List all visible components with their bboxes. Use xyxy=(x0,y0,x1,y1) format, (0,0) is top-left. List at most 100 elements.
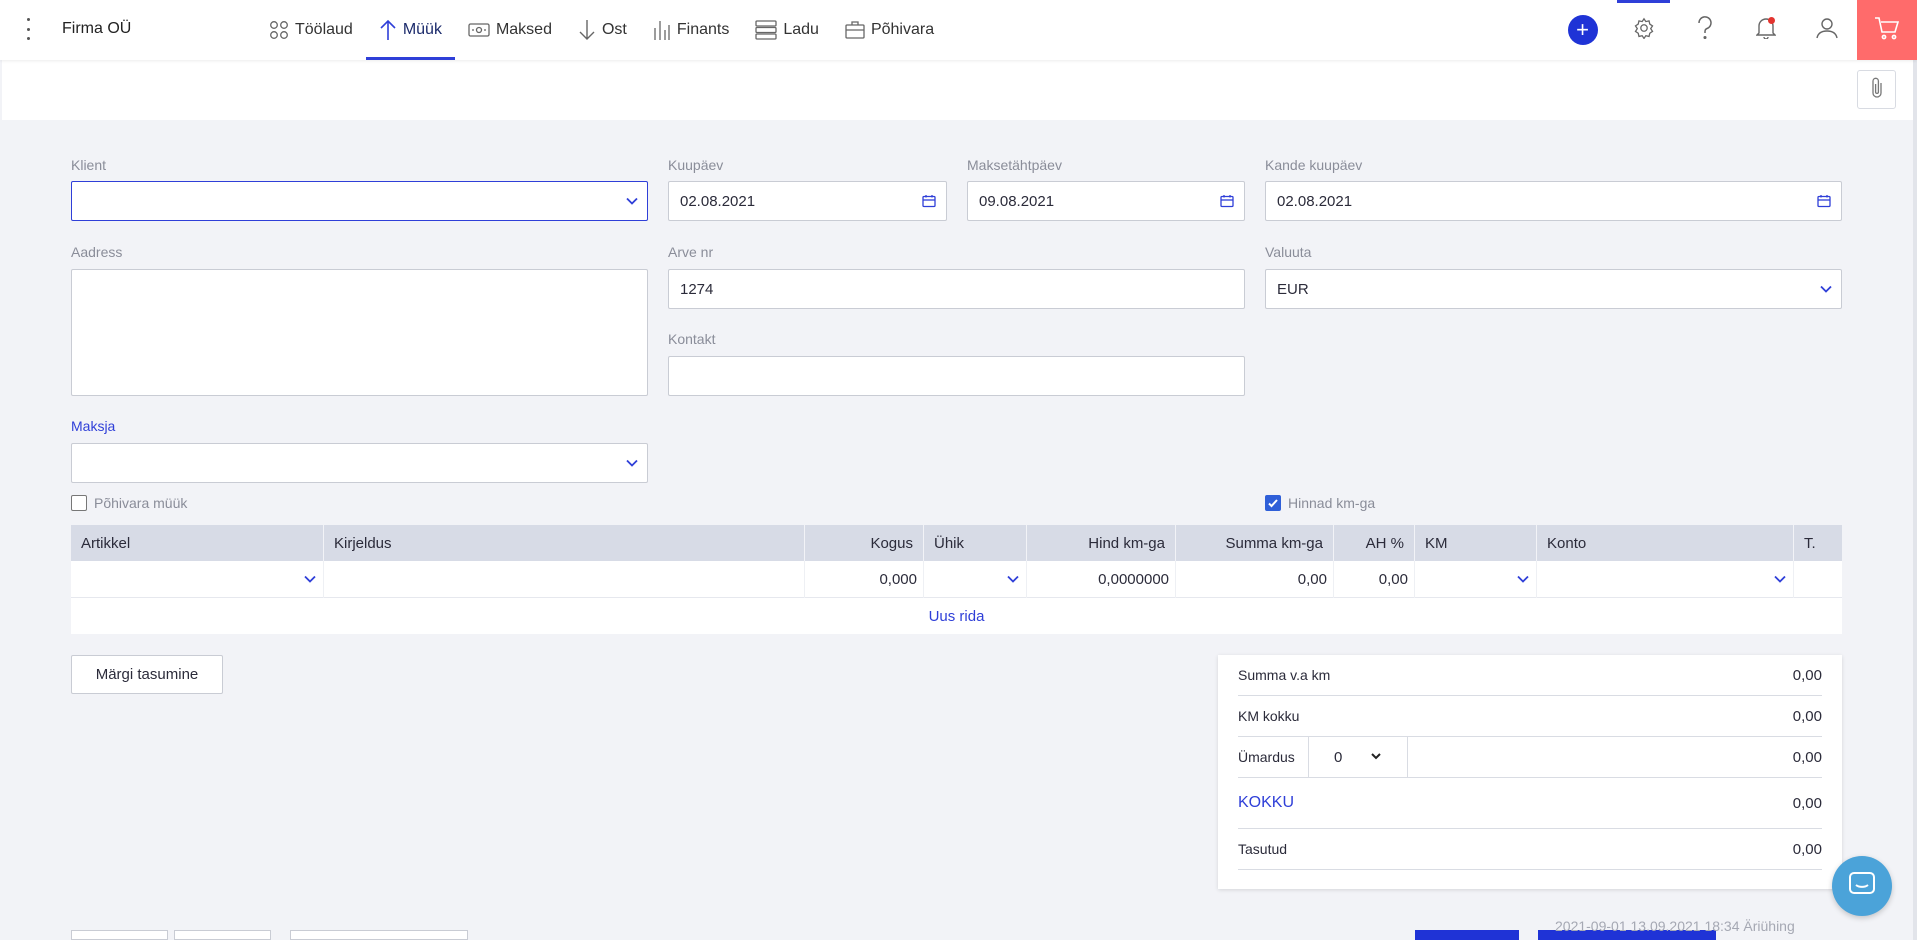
entry-date-input[interactable]: 02.08.2021 xyxy=(1265,181,1842,221)
t-cell[interactable] xyxy=(1794,561,1842,598)
settings-button[interactable] xyxy=(1613,0,1674,60)
nav-item-label: Müük xyxy=(402,21,442,38)
nav-item-maksed[interactable]: Maksed xyxy=(455,0,565,60)
calendar-icon[interactable] xyxy=(1220,194,1234,212)
header-actions: + xyxy=(1552,0,1917,60)
column-header-summa: Summa km-ga xyxy=(1176,525,1334,561)
paperclip-icon xyxy=(1870,77,1884,103)
address-label: Aadress xyxy=(71,244,123,260)
client-label: Klient xyxy=(71,157,107,173)
currency-select[interactable]: EUR xyxy=(1265,269,1842,309)
cart-button[interactable] xyxy=(1857,0,1917,60)
prices-with-vat-checkbox[interactable]: Hinnad km-ga xyxy=(1265,495,1375,511)
bottom-button-2[interactable] xyxy=(174,930,271,940)
due-date-input[interactable]: 09.08.2021 xyxy=(967,181,1245,221)
gear-icon xyxy=(1633,17,1655,43)
due-date-label: Maksetähtpäev xyxy=(967,157,1062,173)
question-icon xyxy=(1696,16,1714,44)
mark-payment-button[interactable]: Märgi tasumine xyxy=(71,655,223,694)
main-nav: Töölaud Müük Maksed Ost Finants Ladu Põh… xyxy=(256,0,947,60)
dashboard-icon xyxy=(269,20,289,40)
date-label: Kuupäev xyxy=(668,157,724,173)
column-header-konto: Konto xyxy=(1537,525,1794,561)
bottom-button-3[interactable] xyxy=(290,930,468,940)
column-header-kirjeldus: Kirjeldus xyxy=(324,525,805,561)
column-header-km: KM xyxy=(1415,525,1537,561)
bar-chart-icon xyxy=(653,19,671,41)
column-header-artikkel: Artikkel xyxy=(71,525,324,561)
nav-item-finants[interactable]: Finants xyxy=(640,0,742,60)
column-header-ah: AH % xyxy=(1334,525,1415,561)
nav-item-label: Finants xyxy=(676,21,730,38)
help-button[interactable] xyxy=(1674,0,1735,60)
nav-item-label: Töölaud xyxy=(295,21,353,38)
user-profile-button[interactable] xyxy=(1796,0,1857,60)
nav-item-toolaud[interactable]: Töölaud xyxy=(256,0,366,60)
chevron-down-icon xyxy=(303,572,317,590)
save-button[interactable] xyxy=(1415,930,1519,940)
chevron-down-icon xyxy=(1819,282,1833,300)
chevron-down-icon xyxy=(1006,572,1020,590)
add-row-link[interactable]: Uus rida xyxy=(71,598,1842,634)
nav-item-ladu[interactable]: Ladu xyxy=(742,0,832,60)
add-new-button[interactable]: + xyxy=(1552,0,1613,60)
totals-panel: Summa v.a km 0,00 KM kokku 0,00 Ümardus … xyxy=(1218,655,1842,889)
hind-input[interactable]: 0,0000000 xyxy=(1027,561,1176,598)
uhik-select[interactable] xyxy=(924,561,1027,598)
total-row-paid: Tasutud 0,00 xyxy=(1238,829,1822,870)
top-navigation-bar: Firma OÜ Töölaud Müük Maksed Ost Finants… xyxy=(0,0,1917,60)
more-menu-icon[interactable] xyxy=(24,18,32,40)
payer-select[interactable] xyxy=(71,443,648,483)
table-row: 0,000 0,0000000 0,00 0,00 xyxy=(71,561,1842,598)
user-icon xyxy=(1815,17,1838,43)
nav-item-label: Põhivara xyxy=(870,21,935,38)
nav-item-muuk[interactable]: Müük xyxy=(365,0,456,60)
cart-icon xyxy=(1874,16,1900,44)
chevron-down-icon xyxy=(1773,572,1787,590)
chat-icon xyxy=(1848,871,1876,901)
nav-item-pohivara[interactable]: Põhivara xyxy=(832,0,947,60)
nav-item-label: Ost xyxy=(601,21,627,38)
summa-input[interactable]: 0,00 xyxy=(1176,561,1334,598)
nav-item-label: Maksed xyxy=(495,21,552,38)
document-toolbar xyxy=(2,60,1913,120)
artikkel-select[interactable] xyxy=(71,561,324,598)
total-row-rounding: Ümardus 0 0,00 xyxy=(1238,736,1822,778)
notifications-button[interactable] xyxy=(1735,0,1796,60)
ah-input[interactable]: 0,00 xyxy=(1334,561,1415,598)
scrollbar[interactable] xyxy=(1913,60,1917,940)
money-icon xyxy=(468,22,490,38)
warehouse-icon xyxy=(755,20,777,40)
contact-label: Kontakt xyxy=(668,331,716,347)
nav-item-label: Ladu xyxy=(783,21,819,38)
invoice-lines-table: Artikkel Kirjeldus Kogus Ühik Hind km-ga… xyxy=(71,525,1842,634)
fixed-asset-sale-checkbox[interactable]: Põhivara müük xyxy=(71,495,187,511)
nav-item-ost[interactable]: Ost xyxy=(565,0,640,60)
address-textarea[interactable] xyxy=(71,269,648,396)
km-select[interactable] xyxy=(1415,561,1537,598)
konto-select[interactable] xyxy=(1537,561,1794,598)
payer-label: Maksja xyxy=(71,418,116,434)
attachment-button[interactable] xyxy=(1857,70,1896,109)
checkmark-icon[interactable] xyxy=(1265,495,1281,511)
checkbox-box[interactable] xyxy=(71,495,87,511)
column-header-t: T. xyxy=(1804,534,1816,552)
currency-label: Valuuta xyxy=(1265,244,1312,260)
rounding-select[interactable]: 0 xyxy=(1308,736,1408,778)
chevron-down-icon xyxy=(625,456,639,474)
company-name[interactable]: Firma OÜ xyxy=(62,20,131,38)
kirjeldus-input[interactable] xyxy=(324,561,805,598)
total-row-grand: KOKKU 0,00 xyxy=(1238,778,1822,829)
chevron-down-icon xyxy=(1370,749,1382,766)
contact-input[interactable] xyxy=(668,356,1245,396)
date-input[interactable]: 02.08.2021 xyxy=(668,181,947,221)
bottom-button-1[interactable] xyxy=(71,930,168,940)
calendar-icon[interactable] xyxy=(1817,194,1831,212)
client-select[interactable] xyxy=(71,181,648,221)
notification-dot xyxy=(1768,17,1775,24)
kogus-input[interactable]: 0,000 xyxy=(805,561,924,598)
chat-button[interactable] xyxy=(1832,856,1892,916)
calendar-icon[interactable] xyxy=(922,194,936,212)
column-header-hind: Hind km-ga xyxy=(1027,525,1176,561)
invoice-number-input[interactable]: 1274 xyxy=(668,269,1245,309)
